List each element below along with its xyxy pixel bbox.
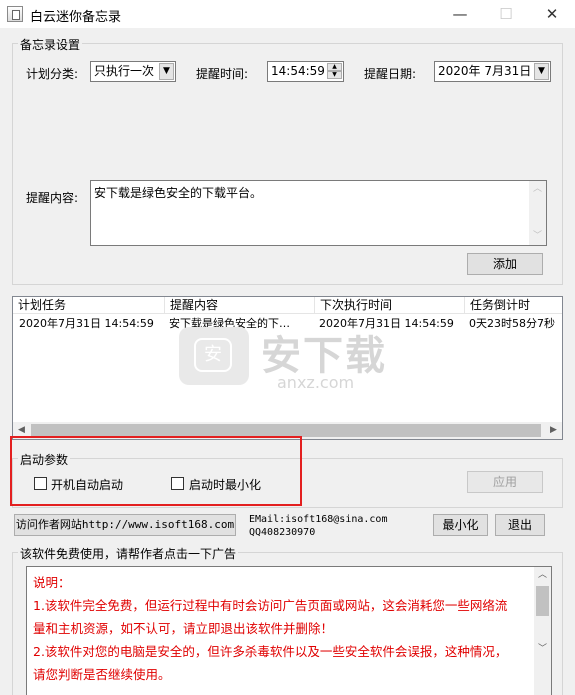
ad-group-label: 该软件免费使用，请帮作者点击一下广告 <box>18 545 239 562</box>
visit-website-button[interactable]: 访问作者网站http://www.isoft168.com <box>14 514 236 536</box>
column-header-next-run[interactable]: 下次执行时间 <box>315 297 465 314</box>
ad-line: 1.该软件完全免费，但运行过程中有时会访问广告页面或网站，这会消耗您一些网络流 <box>33 598 508 613</box>
app-icon <box>7 6 23 22</box>
scroll-right-icon[interactable]: ▶ <box>545 422 562 439</box>
shield-icon: 安 <box>194 338 232 372</box>
column-header-task[interactable]: 计划任务 <box>13 297 165 314</box>
scroll-up-icon[interactable]: ︿ <box>534 567 551 584</box>
row-countdown-cell: 0天23时58分7秒 <box>469 317 555 330</box>
watermark-logo: 安 <box>179 327 249 385</box>
exit-button[interactable]: 退出 <box>495 514 545 536</box>
scroll-thumb[interactable] <box>536 586 549 616</box>
apply-button[interactable]: 应用 <box>467 471 543 493</box>
content-scrollbar[interactable]: ︿ ﹀ <box>529 181 546 245</box>
chevron-down-icon[interactable]: ▼ <box>159 63 174 80</box>
remind-date-label: 提醒日期: <box>364 67 417 81</box>
minimize-button[interactable]: 最小化 <box>433 514 488 536</box>
remind-date-picker[interactable]: 2020年 7月31日 ▼ <box>434 61 551 82</box>
remind-date-value: 2020年 7月31日 <box>438 64 532 78</box>
close-window-button[interactable]: ✕ <box>529 0 575 28</box>
ad-text: 说明： 1.该软件完全免费，但运行过程中有时会访问广告页面或网站，这会消耗您一些… <box>33 571 528 686</box>
plan-type-value: 只执行一次 <box>94 64 155 78</box>
qq-text: QQ408230970 <box>249 527 316 538</box>
scroll-down-icon[interactable]: ﹀ <box>534 641 551 658</box>
ad-line: 说明： <box>33 575 71 590</box>
watermark-domain: anxz.com <box>277 373 355 392</box>
maximize-window-button: ☐ <box>499 5 513 23</box>
column-header-content[interactable]: 提醒内容 <box>165 297 315 314</box>
content-label: 提醒内容: <box>26 191 79 205</box>
remind-time-label: 提醒时间: <box>196 67 249 81</box>
row-task-cell: 2020年7月31日 14:54:59 <box>19 317 154 330</box>
email-text: EMail:isoft168@sina.com <box>249 514 388 525</box>
content-textarea[interactable]: 安下载是绿色安全的下载平台。 ︿ ﹀ <box>90 180 547 246</box>
spin-up-icon[interactable]: ▲ <box>327 63 342 71</box>
column-header-countdown[interactable]: 任务倒计时 <box>465 297 562 314</box>
ad-line: 量和主机资源，如不认可，请立即退出该软件并删除！ <box>33 621 334 636</box>
time-spinner[interactable]: ▲ ▼ <box>327 63 342 80</box>
chevron-down-icon[interactable]: ▼ <box>534 63 549 80</box>
settings-group-label: 备忘录设置 <box>18 36 83 53</box>
scroll-up-icon[interactable]: ︿ <box>529 181 546 198</box>
highlight-box <box>10 436 302 506</box>
remind-time-value: 14:54:59 <box>271 64 325 78</box>
add-button[interactable]: 添加 <box>467 253 543 275</box>
plan-type-label: 计划分类: <box>26 67 79 81</box>
ad-line: 请您判断是否继续使用。 <box>33 667 171 682</box>
spin-down-icon[interactable]: ▼ <box>327 71 342 79</box>
ad-line: 2.该软件对您的电脑是安全的，但许多杀毒软件以及一些安全软件会误报，这种情况， <box>33 644 508 659</box>
minimize-window-button[interactable]: — <box>437 0 483 28</box>
remind-time-field[interactable]: 14:54:59 ▲ ▼ <box>267 61 344 82</box>
task-list[interactable]: 计划任务 提醒内容 下次执行时间 任务倒计时 2020年7月31日 14:54:… <box>12 296 563 440</box>
window-title: 白云迷你备忘录 <box>30 10 122 25</box>
plan-type-select[interactable]: 只执行一次 ▼ <box>90 61 176 82</box>
ad-scrollbar[interactable]: ︿ ﹀ <box>534 567 551 695</box>
ad-textbox[interactable]: 说明： 1.该软件完全免费，但运行过程中有时会访问广告页面或网站，这会消耗您一些… <box>26 566 552 695</box>
content-text: 安下载是绿色安全的下载平台。 <box>94 186 263 200</box>
scroll-down-icon[interactable]: ﹀ <box>529 228 546 245</box>
